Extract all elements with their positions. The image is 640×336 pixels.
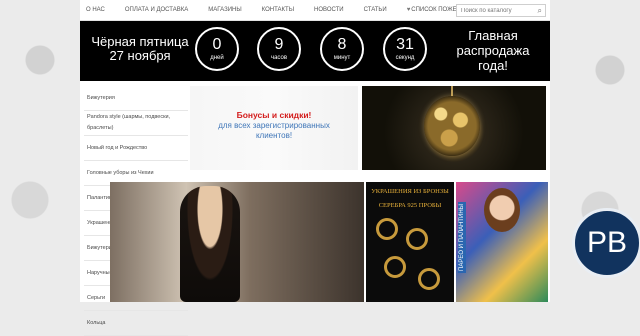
bronze-title-line1: УКРАШЕНИЯ ИЗ БРОНЗЫ — [371, 188, 449, 195]
sidebar-item-rings[interactable]: Кольца — [84, 311, 188, 336]
bonus-promo-banner[interactable]: Бонусы и скидки! для всех зарегистрирова… — [190, 86, 358, 170]
sidebar-item-new-year[interactable]: Новый год и Рождество — [84, 136, 188, 161]
sidebar-item-label: Бижутерия — [87, 94, 115, 101]
countdown-hours-unit: часов — [270, 55, 288, 61]
bronze-title-line2: СЕРЕБРА 925 ПРОБЫ — [378, 202, 442, 209]
nav-payment-delivery[interactable]: Оплата и доставка — [115, 7, 198, 13]
sidebar-item-bijouterie[interactable]: Бижутерия — [84, 86, 188, 111]
ring-image — [384, 256, 406, 278]
countdown-seconds-value: 31 — [396, 36, 414, 53]
sidebar-item-label: Головные уборы из Чехии — [87, 169, 154, 176]
banner-sale-line2: распродажа — [456, 43, 530, 58]
scarf-model-face — [484, 188, 520, 232]
countdown-minutes-unit: минут — [333, 55, 351, 61]
sidebar-item-label: Кольца — [87, 319, 106, 326]
pendant-image[interactable] — [362, 86, 546, 170]
model-figure — [180, 186, 240, 302]
sidebar-item-pandora-style[interactable]: Pandora style (шармы, подвески, браслеты… — [84, 111, 188, 136]
promo-line2: клиентов! — [255, 131, 293, 140]
banner-sale-line3: года! — [478, 58, 508, 73]
promo-headline: Бонусы и скидки! — [236, 110, 312, 120]
ring-image — [418, 268, 440, 290]
pb-badge: PB — [572, 208, 640, 278]
promo-line1: для всех зарегистрированных — [218, 121, 330, 130]
scarf-label: ПАРЕО И ПАЛАНТИНЫ — [458, 202, 466, 273]
nav-articles[interactable]: Статьи — [354, 7, 397, 13]
countdown-minutes: 8 минут — [320, 27, 364, 71]
top-navigation: О нас Оплата и доставка Магазины Контакт… — [80, 0, 550, 21]
countdown-seconds: 31 секунд — [383, 27, 427, 71]
search-icon[interactable]: ⌕ — [538, 6, 542, 16]
heart-icon: ♥ — [406, 7, 411, 13]
banner-sale-line1: Главная — [468, 28, 518, 43]
nav-news[interactable]: Новости — [304, 7, 354, 13]
sidebar-item-label: Новый год и Рождество — [87, 144, 148, 151]
nav-stores[interactable]: Магазины — [198, 7, 251, 13]
pendant-ball — [424, 96, 480, 156]
banner-date: 27 ноября — [109, 48, 171, 63]
sidebar-item-label: Pandora style (шармы, подвески, браслеты… — [87, 114, 171, 131]
banner-left-text: Чёрная пятница 27 ноября — [90, 35, 190, 63]
search-box: ⌕ — [456, 4, 546, 17]
countdown-days-value: 0 — [212, 36, 222, 53]
countdown-days: 0 дней — [195, 27, 239, 71]
nav-contacts[interactable]: Контакты — [252, 7, 304, 13]
fashion-model-image[interactable] — [110, 182, 364, 302]
bronze-jewelry-banner[interactable]: УКРАШЕНИЯ ИЗ БРОНЗЫ СЕРЕБРА 925 ПРОБЫ — [366, 182, 454, 302]
countdown-hours: 9 часов — [257, 27, 301, 71]
countdown-hours-value: 9 — [274, 36, 284, 53]
ring-image — [406, 228, 428, 250]
countdown-seconds-unit: секунд — [395, 55, 415, 61]
banner-title: Чёрная пятница — [91, 34, 189, 49]
ring-image — [376, 218, 398, 240]
countdown-minutes-value: 8 — [337, 36, 347, 53]
countdown-days-unit: дней — [210, 55, 224, 61]
banner-right-text: Главная распродажа года! — [440, 28, 546, 73]
black-friday-banner[interactable]: Чёрная пятница 27 ноября 0 дней 9 часов … — [80, 21, 550, 81]
scarves-banner[interactable]: ПАРЕО И ПАЛАНТИНЫ — [456, 182, 548, 302]
nav-about[interactable]: О нас — [80, 7, 115, 13]
search-input[interactable] — [461, 7, 531, 14]
